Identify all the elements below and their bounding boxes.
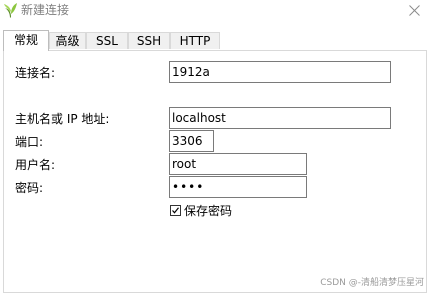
watermark-text: CSDN @-清船清梦压星河: [320, 278, 424, 288]
title-bar: 新建连接: [0, 0, 430, 22]
save-password-label: 保存密码: [184, 204, 233, 218]
connection-name-input[interactable]: [169, 61, 391, 83]
port-label: 端口:: [15, 135, 44, 149]
save-password-checkbox[interactable]: [170, 205, 181, 216]
tab-strip: 常规 高级 SSL SSH HTTP: [3, 30, 427, 51]
password-label: 密码:: [15, 181, 44, 195]
checkmark-icon: [172, 207, 179, 214]
port-input[interactable]: [169, 130, 214, 152]
tab-general[interactable]: 常规: [3, 30, 49, 51]
tab-ssh[interactable]: SSH: [128, 32, 170, 49]
host-label: 主机名或 IP 地址:: [15, 112, 110, 126]
tab-http[interactable]: HTTP: [170, 32, 220, 49]
tab-ssl[interactable]: SSL: [86, 32, 128, 49]
window-title: 新建连接: [21, 3, 70, 17]
username-label: 用户名:: [15, 158, 56, 172]
password-input[interactable]: [169, 176, 307, 198]
close-button[interactable]: [402, 0, 426, 20]
tab-advanced[interactable]: 高级: [49, 32, 86, 49]
username-input[interactable]: [169, 153, 307, 175]
close-icon: [408, 4, 420, 16]
host-input[interactable]: [169, 107, 391, 129]
navicat-leaf-icon: [4, 3, 17, 18]
connection-name-label: 连接名:: [15, 66, 56, 80]
